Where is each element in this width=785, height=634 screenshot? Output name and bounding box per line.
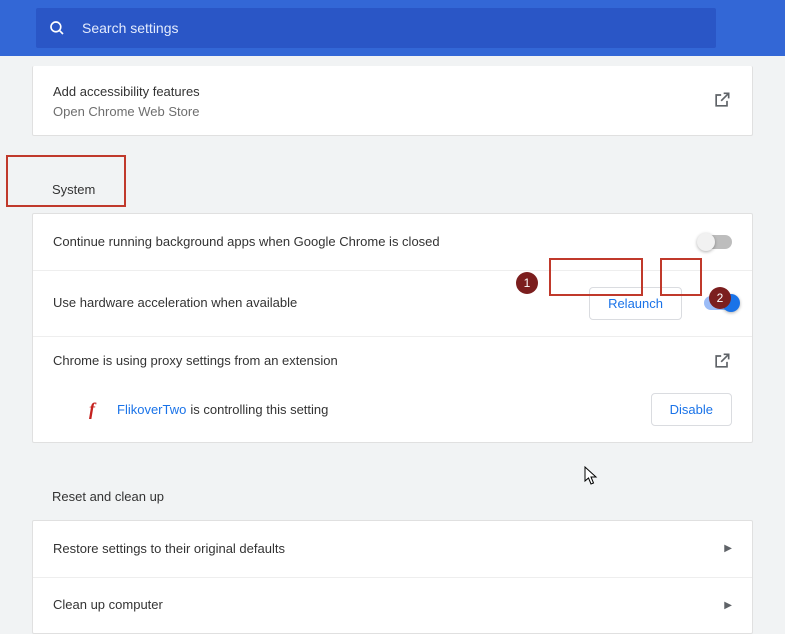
open-in-new-icon xyxy=(712,90,732,110)
extension-name-link[interactable]: FlikoverTwo xyxy=(117,402,186,417)
accessibility-card: Add accessibility features Open Chrome W… xyxy=(32,66,753,136)
relaunch-button[interactable]: Relaunch xyxy=(589,287,682,320)
proxy-label: Chrome is using proxy settings from an e… xyxy=(53,351,338,371)
section-reset-title: Reset and clean up xyxy=(32,467,753,520)
add-accessibility-row[interactable]: Add accessibility features Open Chrome W… xyxy=(33,66,752,135)
hw-accel-label: Use hardware acceleration when available xyxy=(53,293,297,313)
reset-card: Restore settings to their original defau… xyxy=(32,520,753,634)
header-search-bar: Search settings xyxy=(0,0,785,56)
chevron-right-icon: ▶ xyxy=(724,543,732,554)
extension-controller-row: f FlikoverTwo is controlling this settin… xyxy=(33,381,752,442)
system-card: Continue running background apps when Go… xyxy=(32,213,753,443)
annotation-badge-1: 1 xyxy=(516,272,538,294)
annotation-badge-2: 2 xyxy=(709,287,731,309)
search-placeholder: Search settings xyxy=(82,20,179,36)
hw-accel-row: Use hardware acceleration when available… xyxy=(33,270,752,336)
search-icon xyxy=(48,19,66,37)
accessibility-title: Add accessibility features xyxy=(53,82,712,102)
open-in-new-icon[interactable] xyxy=(712,351,732,371)
clean-up-row[interactable]: Clean up computer ▶ xyxy=(33,577,752,633)
restore-defaults-row[interactable]: Restore settings to their original defau… xyxy=(33,521,752,577)
search-field[interactable]: Search settings xyxy=(36,8,716,48)
extension-icon: f xyxy=(89,399,95,420)
proxy-row: Chrome is using proxy settings from an e… xyxy=(33,336,752,442)
bg-apps-toggle[interactable] xyxy=(698,235,732,249)
chevron-right-icon: ▶ xyxy=(724,600,732,611)
disable-button[interactable]: Disable xyxy=(651,393,732,426)
bg-apps-label: Continue running background apps when Go… xyxy=(53,232,440,252)
accessibility-subtitle: Open Chrome Web Store xyxy=(53,104,712,119)
bg-apps-row: Continue running background apps when Go… xyxy=(33,214,752,270)
clean-label: Clean up computer xyxy=(53,595,163,615)
accessibility-text: Add accessibility features Open Chrome W… xyxy=(53,82,712,119)
section-system-title: System xyxy=(32,160,753,213)
extension-suffix: is controlling this setting xyxy=(190,402,328,417)
restore-label: Restore settings to their original defau… xyxy=(53,539,285,559)
